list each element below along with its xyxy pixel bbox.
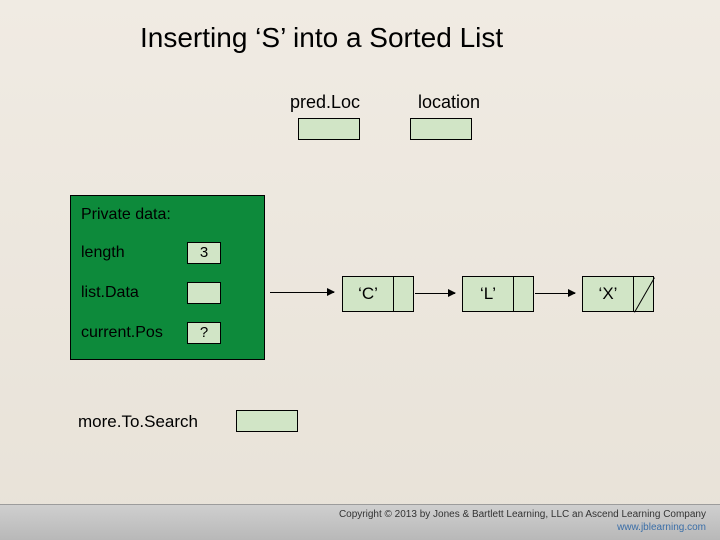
arrow-c-to-l — [415, 293, 455, 294]
page-title: Inserting ‘S’ into a Sorted List — [140, 22, 503, 54]
null-slash-icon — [634, 277, 654, 313]
moretosearch-box — [236, 410, 298, 432]
arrow-l-to-x — [535, 293, 575, 294]
node-l: ‘L’ — [462, 276, 514, 312]
listdata-label: list.Data — [81, 284, 139, 302]
location-box — [410, 118, 472, 140]
node-c: ‘C’ — [342, 276, 394, 312]
node-l-ptr — [514, 276, 534, 312]
listdata-value — [187, 282, 221, 304]
object-panel: Private data: length 3 list.Data current… — [70, 195, 265, 360]
location-label: location — [418, 92, 480, 113]
node-x: ‘X’ — [582, 276, 634, 312]
currentpos-label: current.Pos — [81, 324, 163, 342]
private-data-header: Private data: — [81, 206, 171, 224]
footer: Copyright © 2013 by Jones & Bartlett Lea… — [0, 504, 720, 540]
arrow-listdata-to-c — [270, 292, 334, 293]
predloc-box — [298, 118, 360, 140]
node-x-ptr-null — [634, 276, 654, 312]
length-label: length — [81, 244, 125, 262]
footer-url: www.jblearning.com — [0, 521, 706, 534]
length-value: 3 — [187, 242, 221, 264]
predloc-label: pred.Loc — [290, 92, 360, 113]
moretosearch-label: more.To.Search — [78, 412, 198, 432]
currentpos-value: ? — [187, 322, 221, 344]
footer-copyright: Copyright © 2013 by Jones & Bartlett Lea… — [0, 508, 706, 521]
node-c-ptr — [394, 276, 414, 312]
